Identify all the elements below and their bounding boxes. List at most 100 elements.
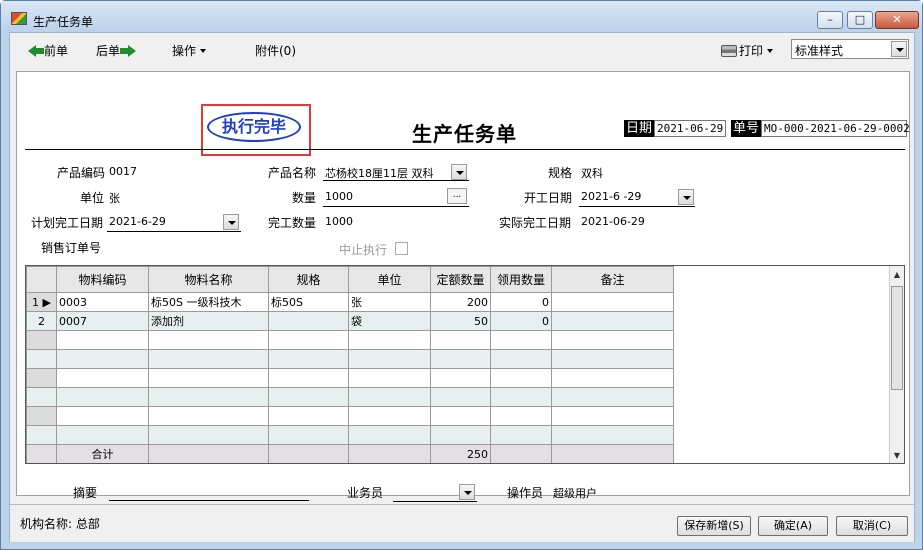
header-row: 物料编码 物料名称 规格 单位 定额数量 领用数量 备注 — [26, 266, 674, 293]
col-header-unit[interactable]: 单位 — [348, 266, 431, 293]
table-row[interactable]: 2 0007 添加剂 袋 50 0 — [26, 311, 674, 331]
close-button[interactable]: ✕ — [875, 11, 919, 29]
unit-label: 单位 — [80, 191, 105, 205]
plan-end-value[interactable]: 2021-6-29 — [109, 215, 166, 228]
row-header — [26, 444, 57, 463]
empty-row[interactable] — [26, 330, 674, 350]
cell-spec[interactable]: 标50S — [268, 292, 349, 312]
start-date-value[interactable]: 2021-6 -29 — [581, 190, 641, 203]
cell-unit[interactable]: 张 — [348, 292, 431, 312]
operations-menu[interactable]: 操作 — [172, 42, 207, 59]
cell-code[interactable]: 0007 — [56, 311, 149, 331]
vertical-scrollbar[interactable]: ▲ ▼ — [889, 266, 904, 463]
empty-row[interactable] — [26, 349, 674, 369]
col-header-issued[interactable]: 领用数量 — [490, 266, 552, 293]
material-table: 物料编码 物料名称 规格 单位 定额数量 领用数量 备注 1 ▶ 0003 标5… — [26, 266, 674, 463]
cell-unit[interactable]: 袋 — [348, 311, 431, 331]
qty-underline — [323, 206, 469, 207]
cell-code[interactable]: 0003 — [56, 292, 149, 312]
product-name-value[interactable]: 芯杨校18厘11层 双科 — [325, 165, 447, 181]
cell-name[interactable]: 添加剂 — [148, 311, 269, 331]
scroll-up-icon[interactable]: ▲ — [890, 268, 904, 282]
qty-label: 数量 — [292, 191, 317, 205]
cell-quota[interactable]: 200 — [430, 292, 491, 312]
prev-button[interactable]: 前单 — [28, 42, 68, 59]
row-header[interactable] — [26, 387, 57, 407]
scrollbar-thumb[interactable] — [891, 286, 903, 390]
col-header-quota[interactable]: 定额数量 — [430, 266, 491, 293]
product-code-label: 产品编码 — [57, 166, 106, 180]
table-row[interactable]: 1 ▶ 0003 标50S 一级科技木 标50S 张 200 0 — [26, 292, 674, 312]
start-date-underline — [579, 206, 695, 207]
document-form: 执行完毕 生产任务单 日期 2021-06-29 单号 MO-000-2021-… — [16, 71, 910, 502]
order-no-field[interactable]: MO-000-2021-06-29-0002 — [761, 120, 910, 137]
row-header[interactable] — [26, 349, 57, 369]
page-title: 生产任务单 — [412, 122, 517, 146]
cell-remark[interactable] — [551, 292, 674, 312]
clerk-select[interactable] — [393, 501, 477, 502]
row-header[interactable]: 2 — [26, 311, 57, 331]
product-name-underline — [323, 180, 469, 181]
row-header[interactable] — [26, 368, 57, 388]
dropdown-arrow-icon[interactable] — [451, 164, 467, 180]
dropdown-arrow-icon[interactable] — [223, 214, 239, 230]
empty-row[interactable] — [26, 387, 674, 407]
empty-row[interactable] — [26, 368, 674, 388]
operations-label: 操作 — [172, 44, 197, 58]
printer-icon — [721, 45, 737, 57]
next-button[interactable]: 后单 — [96, 42, 137, 59]
status-bar: 机构名称: 总部 保存新增(S) 确定(A) 取消(C) — [10, 504, 914, 542]
col-header-name[interactable]: 物料名称 — [148, 266, 269, 293]
print-style-select[interactable]: 标准样式 — [791, 39, 909, 59]
dropdown-arrow-icon[interactable] — [891, 41, 907, 57]
empty-row[interactable] — [26, 425, 674, 445]
app-icon — [11, 12, 27, 25]
org-name: 机构名称: 总部 — [20, 517, 100, 531]
ellipsis-icon[interactable]: ... — [447, 188, 467, 204]
qty-value[interactable]: 1000 — [325, 190, 353, 203]
stop-exec-label: 中止执行 — [339, 243, 388, 257]
toolbar: 前单 后单 操作 附件(0) 打印 标准样式 — [10, 33, 914, 66]
attachment-button[interactable]: 附件(0) — [255, 42, 296, 59]
row-header[interactable]: 1 ▶ — [26, 292, 57, 312]
print-button[interactable]: 打印 — [721, 42, 774, 59]
cell-issued[interactable]: 0 — [490, 292, 552, 312]
row-header[interactable] — [26, 406, 57, 426]
date-label: 日期 — [624, 120, 655, 137]
summary-label: 摘要 — [73, 486, 98, 500]
date-field[interactable]: 2021-06-29 — [654, 120, 726, 137]
actual-end-value: 2021-06-29 — [581, 215, 645, 228]
cell-name[interactable]: 标50S 一级科技木 — [148, 292, 269, 312]
product-code-value: 0017 — [109, 165, 137, 178]
done-qty-label: 完工数量 — [268, 216, 317, 230]
cancel-button[interactable]: 取消(C) — [836, 516, 908, 536]
cell-remark[interactable] — [551, 311, 674, 331]
row-pointer-icon: ▶ — [42, 295, 51, 309]
row-header[interactable] — [26, 425, 57, 445]
material-grid: 物料编码 物料名称 规格 单位 定额数量 领用数量 备注 1 ▶ 0003 标5… — [25, 265, 905, 464]
plan-end-underline — [107, 231, 241, 232]
minimize-button[interactable]: – — [817, 11, 843, 29]
col-header-remark[interactable]: 备注 — [551, 266, 674, 293]
divider — [25, 149, 905, 150]
cell-quota[interactable]: 50 — [430, 311, 491, 331]
done-qty-value: 1000 — [325, 215, 353, 228]
unit-value: 张 — [109, 192, 120, 205]
stop-exec-checkbox[interactable] — [395, 242, 408, 255]
dropdown-arrow-icon[interactable] — [678, 189, 694, 205]
maximize-button[interactable]: □ — [847, 11, 873, 29]
cell-spec[interactable] — [268, 311, 349, 331]
summary-input[interactable] — [109, 500, 309, 501]
col-header-code[interactable]: 物料编码 — [56, 266, 149, 293]
dropdown-arrow-icon[interactable] — [459, 484, 475, 500]
total-quota: 250 — [430, 444, 491, 463]
ok-button[interactable]: 确定(A) — [758, 516, 828, 536]
cell-issued[interactable]: 0 — [490, 311, 552, 331]
spec-label: 规格 — [548, 166, 573, 180]
row-header[interactable] — [26, 330, 57, 350]
window-title: 生产任务单 — [33, 15, 94, 29]
empty-row[interactable] — [26, 406, 674, 426]
scroll-down-icon[interactable]: ▼ — [890, 449, 904, 463]
save-new-button[interactable]: 保存新增(S) — [677, 516, 751, 536]
col-header-spec[interactable]: 规格 — [268, 266, 349, 293]
